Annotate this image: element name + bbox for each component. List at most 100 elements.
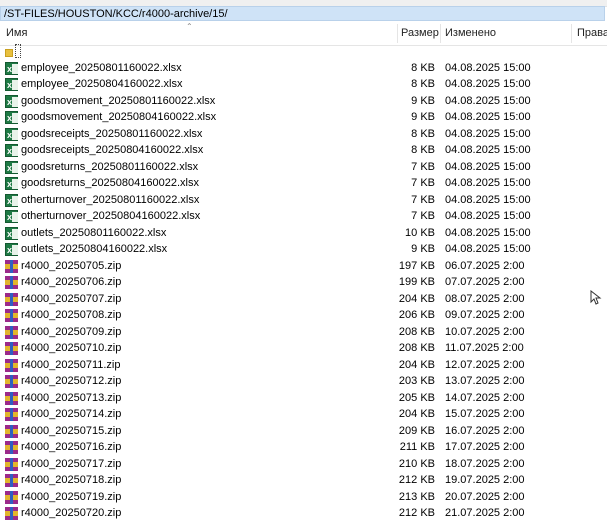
file-row[interactable]: otherturnover_20250804160022.xlsx 7 KB 04.… [0,208,607,226]
file-size: 9 KB [411,111,435,123]
column-divider[interactable] [571,24,572,43]
file-modified: 04.08.2025 15:00 [445,210,531,222]
zip-archive-icon [5,325,18,339]
file-size: 211 KB [399,441,435,453]
excel-file-icon [5,176,18,193]
file-size: 8 KB [411,127,435,140]
file-modified: 06.07.2025 2:00 [445,259,525,272]
file-row[interactable]: r4000_20250713.zip 205 KB 14.07.2025 2:00 [0,390,607,407]
file-row[interactable]: r4000_20250711.zip 204 KB 12.07.2025 2:00 [0,357,607,374]
file-size: 199 KB [398,276,435,288]
file-size: 9 KB [411,94,435,107]
file-modified: 19.07.2025 2:00 [445,474,525,486]
column-size-header[interactable]: Размер [401,22,439,45]
column-divider[interactable] [440,24,441,43]
file-row[interactable]: otherturnover_20250801160022.xlsx 7 KB 04.… [0,192,607,209]
column-divider[interactable] [397,24,398,43]
zip-archive-icon [5,474,18,487]
file-size: 197 KB [398,259,435,272]
file-row[interactable]: r4000_20250705.zip 197 KB 06.07.2025 2:00 [0,258,607,275]
path-bar[interactable]: /ST-FILES/HOUSTON/KCC/r4000-archive/15/ [0,6,605,21]
excel-file-icon [5,127,18,143]
file-row[interactable]: r4000_20250712.zip 203 KB 13.07.2025 2:00 [0,373,607,390]
file-row[interactable]: r4000_20250714.zip 204 KB 15.07.2025 2:00 [0,406,607,423]
file-row[interactable]: r4000_20250707.zip 204 KB 08.07.2025 2:00 [0,291,607,308]
file-name: otherturnover_20250801160022.xlsx [21,193,200,206]
file-size: 213 KB [398,490,435,503]
file-name: goodsmovement_20250801160022.xlsx [21,94,216,107]
file-row[interactable]: r4000_20250716.zip 211 KB 17.07.2025 2:00 [0,439,607,456]
file-modified: 04.08.2025 15:00 [445,193,531,206]
file-size: 7 KB [411,193,435,206]
excel-file-icon [5,209,18,226]
file-row[interactable]: goodsreceipts_20250801160022.xlsx 8 KB 04.… [0,126,607,143]
file-modified: 20.07.2025 2:00 [445,490,525,503]
file-row[interactable]: employee_20250801160022.xlsx 8 KB 04.08.20… [0,60,607,77]
sort-ascending-icon: ⌃ [186,22,193,31]
file-size: 206 KB [398,309,435,321]
file-modified: 10.07.2025 2:00 [445,325,525,338]
excel-file-icon [5,110,18,127]
excel-file-icon [5,94,18,110]
excel-file-icon [5,143,18,160]
zip-archive-icon [5,490,18,504]
file-name: goodsreceipts_20250804160022.xlsx [21,144,204,156]
file-row[interactable]: r4000_20250710.zip 208 KB 11.07.2025 2:00 [0,340,607,357]
file-row[interactable]: goodsreturns_20250801160022.xlsx 7 KB 04.0… [0,159,607,176]
file-size: 8 KB [411,144,435,156]
file-name: r4000_20250716.zip [21,441,122,453]
file-size: 208 KB [398,325,435,338]
file-row[interactable]: goodsmovement_20250804160022.xlsx 9 KB 04.… [0,109,607,127]
file-name: goodsmovement_20250804160022.xlsx [21,111,217,123]
file-modified: 04.08.2025 15:00 [445,111,531,123]
file-modified: 18.07.2025 2:00 [445,457,525,470]
file-row[interactable]: r4000_20250715.zip 209 KB 16.07.2025 2:00 [0,423,607,440]
mouse-cursor-icon [590,290,602,305]
excel-file-icon [5,226,18,242]
zip-archive-icon [5,424,18,438]
file-name: r4000_20250715.zip [21,424,122,437]
file-size: 205 KB [398,391,435,404]
file-row[interactable]: r4000_20250719.zip 213 KB 20.07.2025 2:00 [0,489,607,506]
file-modified: 13.07.2025 2:00 [445,375,525,387]
file-row[interactable]: outlets_20250804160022.xlsx 9 KB 04.08.202… [0,241,607,259]
zip-archive-icon [5,408,18,421]
file-row[interactable]: employee_20250804160022.xlsx 8 KB 04.08.20… [0,76,607,94]
file-name: r4000_20250718.zip [21,474,122,486]
file-name: otherturnover_20250804160022.xlsx [21,210,201,222]
file-row[interactable]: r4000_20250708.zip 206 KB 09.07.2025 2:00 [0,307,607,324]
file-name: r4000_20250717.zip [21,457,122,470]
column-name-header[interactable]: Имя [6,22,27,45]
column-modified-header[interactable]: Изменено [445,22,496,45]
file-modified: 04.08.2025 15:00 [445,78,531,90]
file-row[interactable]: goodsmovement_20250801160022.xlsx 9 KB 04.… [0,93,607,110]
file-size: 203 KB [398,375,435,387]
file-size: 212 KB [398,507,435,519]
file-row[interactable]: outlets_20250801160022.xlsx 10 KB 04.08.20… [0,225,607,242]
file-name: employee_20250801160022.xlsx [21,61,182,74]
file-row[interactable]: r4000_20250706.zip 199 KB 07.07.2025 2:00 [0,274,607,291]
file-row[interactable]: r4000_20250709.zip 208 KB 10.07.2025 2:00 [0,324,607,341]
zip-archive-icon [5,342,18,355]
file-modified: 21.07.2025 2:00 [445,507,525,519]
zip-archive-icon [5,259,18,273]
file-size: 9 KB [411,243,435,255]
file-row[interactable]: r4000_20250718.zip 212 KB 19.07.2025 2:00 [0,472,607,489]
file-name: r4000_20250709.zip [21,325,122,338]
excel-file-icon [5,77,18,94]
file-row[interactable]: r4000_20250717.zip 210 KB 18.07.2025 2:00 [0,456,607,473]
file-name: r4000_20250705.zip [21,259,122,272]
zip-archive-icon [5,507,18,520]
file-modified: 07.07.2025 2:00 [445,276,525,288]
file-row[interactable]: goodsreceipts_20250804160022.xlsx 8 KB 04.… [0,142,607,160]
file-row[interactable]: goodsreturns_20250804160022.xlsx 7 KB 04.0… [0,175,607,193]
parent-directory-row[interactable] [0,43,607,60]
zip-archive-icon [5,375,18,388]
column-rights-header[interactable]: Права [577,22,607,45]
zip-archive-icon [5,457,18,471]
file-name: outlets_20250804160022.xlsx [21,243,168,255]
file-size: 7 KB [411,210,435,222]
file-row[interactable]: r4000_20250720.zip 212 KB 21.07.2025 2:00 [0,505,607,522]
excel-file-icon [5,160,18,176]
file-name: r4000_20250710.zip [21,342,122,354]
